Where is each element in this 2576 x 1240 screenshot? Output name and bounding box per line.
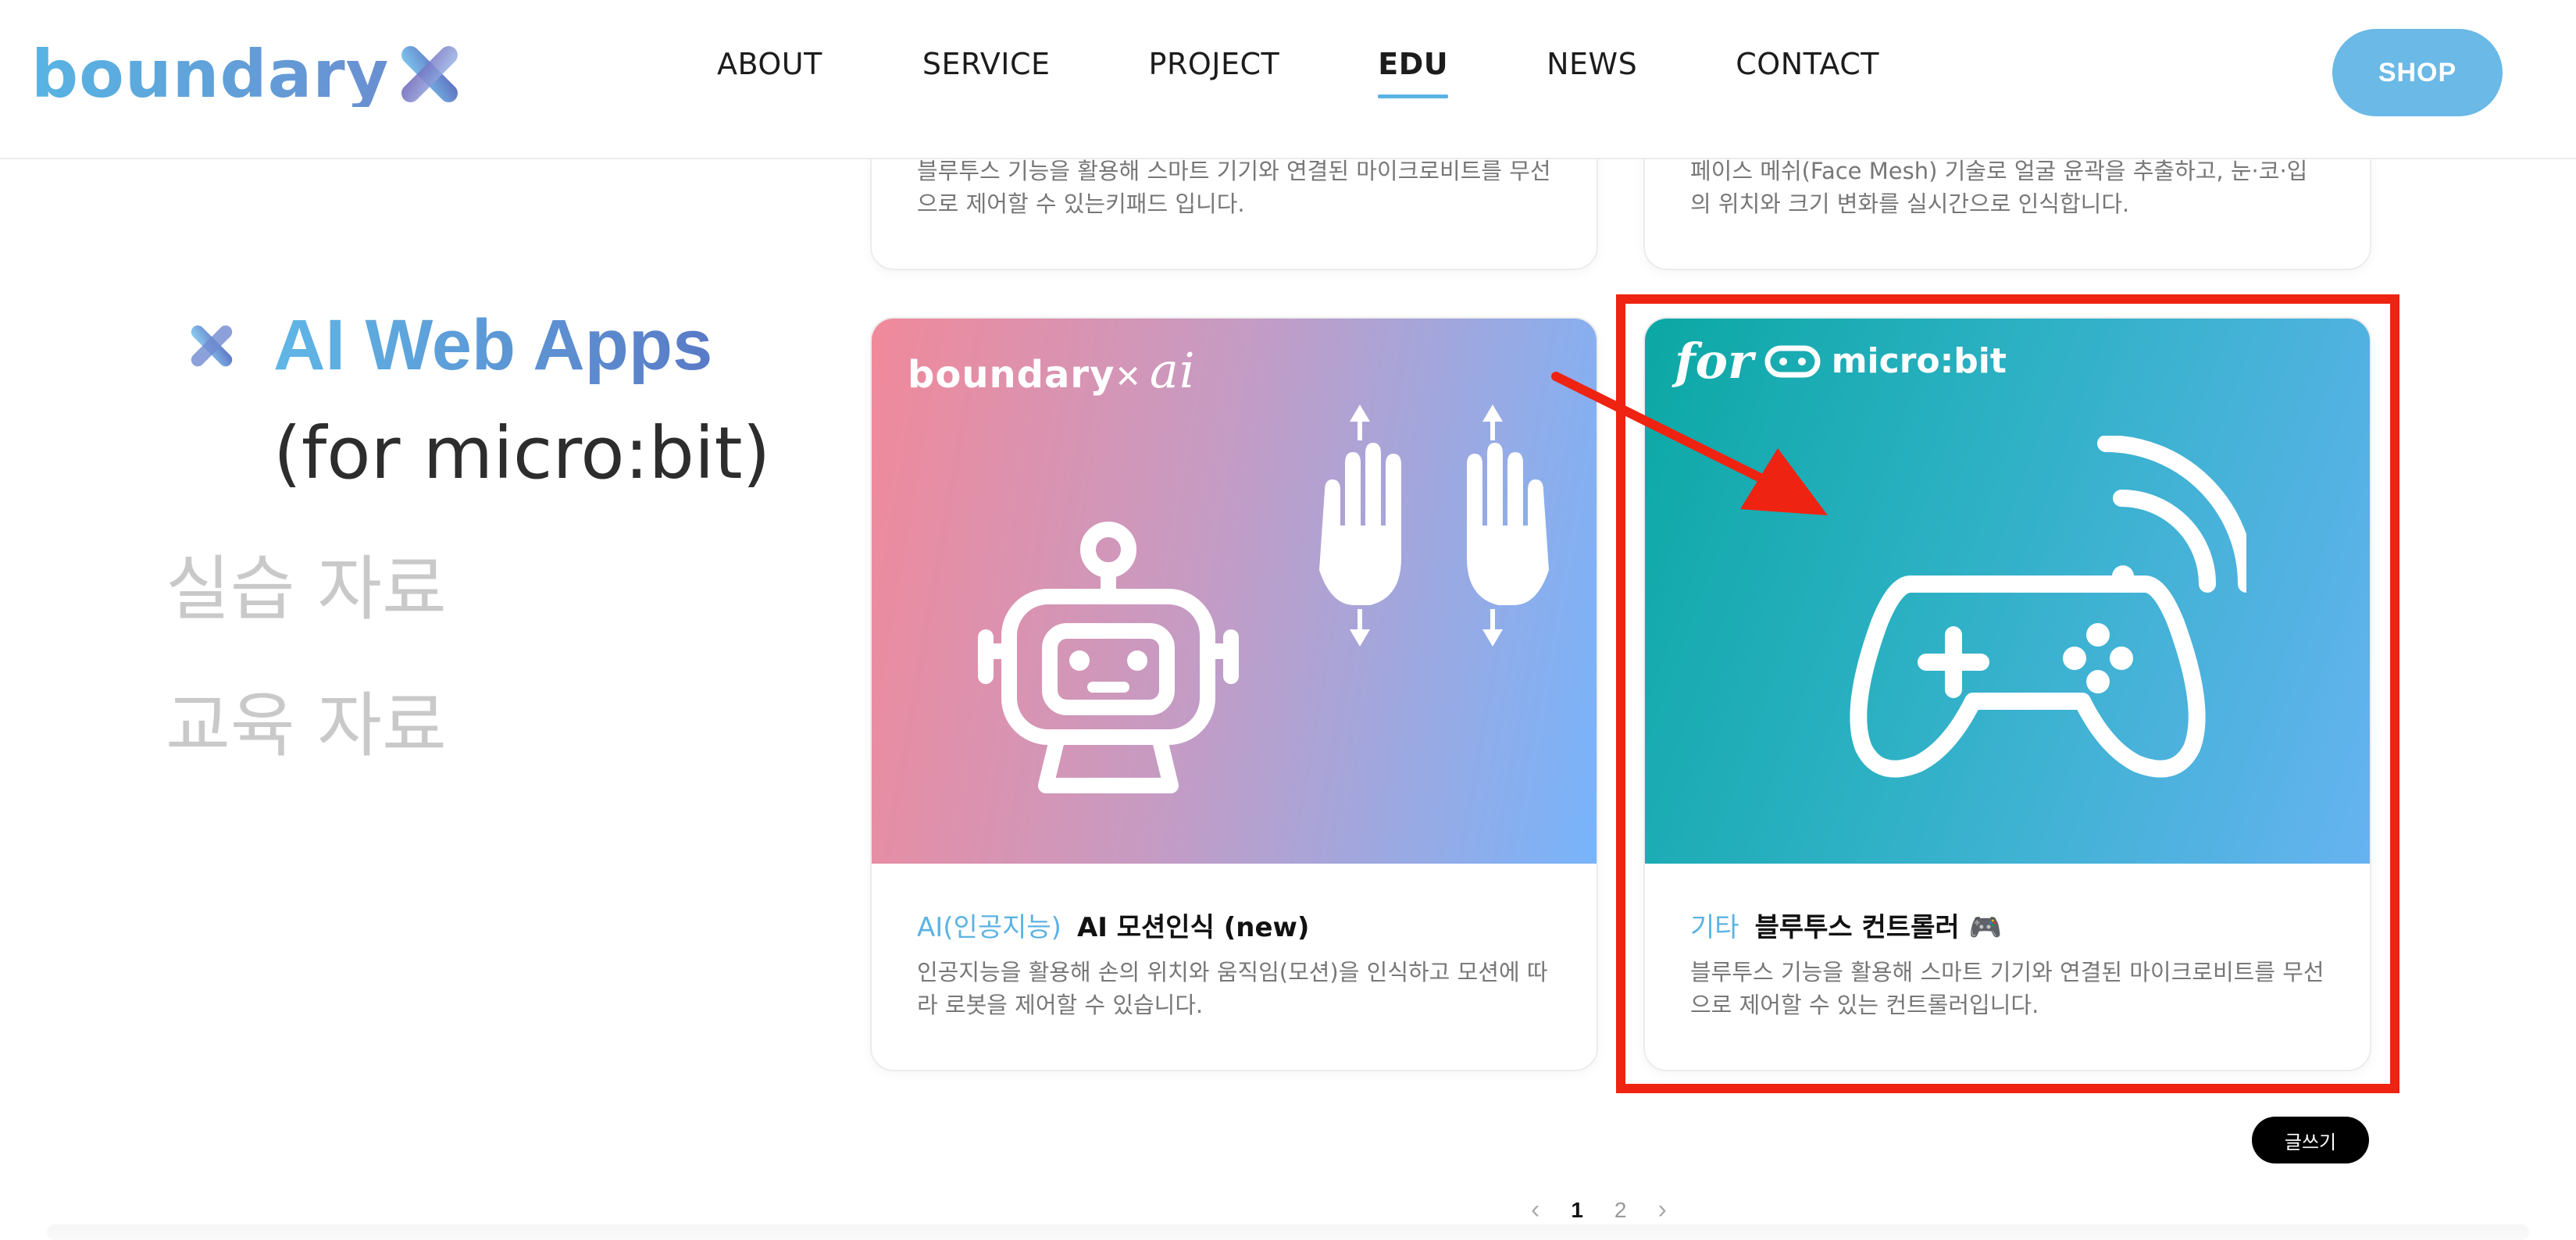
nav-news[interactable]: NEWS [1547,47,1637,98]
sidebar-subtitle: (for micro:bit) [273,412,771,495]
next-page-icon[interactable]: › [1657,1195,1666,1225]
card-title[interactable]: AI 모션인식 (new) [1077,906,1310,944]
page-1[interactable]: 1 [1571,1198,1583,1223]
nav-contact[interactable]: CONTACT [1736,47,1879,98]
write-post-button[interactable]: 글쓰기 [2252,1117,2369,1163]
logo-wordmark: boundary [31,36,390,112]
thumb-brand-label: boundary✕ ai [908,342,1196,399]
main-nav: ABOUT SERVICE PROJECT EDU NEWS CONTACT [717,47,1879,98]
nav-edu[interactable]: EDU [1378,47,1448,98]
site-logo[interactable]: boundary [31,31,467,117]
robot-icon [978,522,1239,793]
card-description: 블루투스 기능을 활용해 스마트 기기와 연결된 마이크로비트를 무선으로 제어… [917,158,1551,217]
page-2[interactable]: 2 [1614,1198,1627,1223]
x-logo-icon [191,325,233,367]
card-description: 블루투스 기능을 활용해 스마트 기기와 연결된 마이크로비트를 무선으로 제어… [1690,959,2324,1018]
pagination: ‹ 1 2 › [1531,1195,1667,1225]
card-thumbnail: boundary✕ ai [872,319,1597,864]
card-meta: 기타 블루투스 컨트롤러 🎮 [1690,906,2002,944]
card-meta: AI(인공지능) AI 모션인식 (new) [917,906,1309,944]
card-ai-motion[interactable]: boundary✕ ai AI(인공지능) AI 모션인식 (new) 인공지능… [870,317,1598,1071]
nav-about[interactable]: ABOUT [717,47,822,98]
logo-x-icon [401,46,458,102]
nav-service[interactable]: SERVICE [922,47,1051,98]
card-description: 페이스 메쉬(Face Mesh) 기술로 얼굴 윤곽을 추출하고, 눈·코·입… [1690,158,2308,217]
gamepad-icon [1850,436,2246,778]
card-title[interactable]: 블루투스 컨트롤러 🎮 [1755,906,2002,944]
sidebar-link-practice[interactable]: 실습 자료 [166,551,447,628]
card-category[interactable]: AI(인공지능) [917,906,1061,944]
hand-motion-icon [1319,404,1549,647]
site-header: boundary ABOUT SERVICE PROJECT EDU NEWS … [0,0,2576,159]
sidebar-title[interactable]: AI Web Apps [273,305,712,385]
nav-project[interactable]: PROJECT [1149,47,1280,98]
card-category[interactable]: 기타 [1690,906,1739,944]
prev-page-icon[interactable]: ‹ [1531,1195,1540,1225]
shop-button[interactable]: SHOP [2332,29,2503,116]
sidebar-link-education[interactable]: 교육 자료 [166,687,447,764]
annotation-arrow-icon [1551,372,1828,515]
card-description: 인공지능을 활용해 손의 위치와 움직임(모션)을 인식하고 모션에 따라 로봇… [917,959,1548,1018]
footer-divider [47,1224,2529,1240]
